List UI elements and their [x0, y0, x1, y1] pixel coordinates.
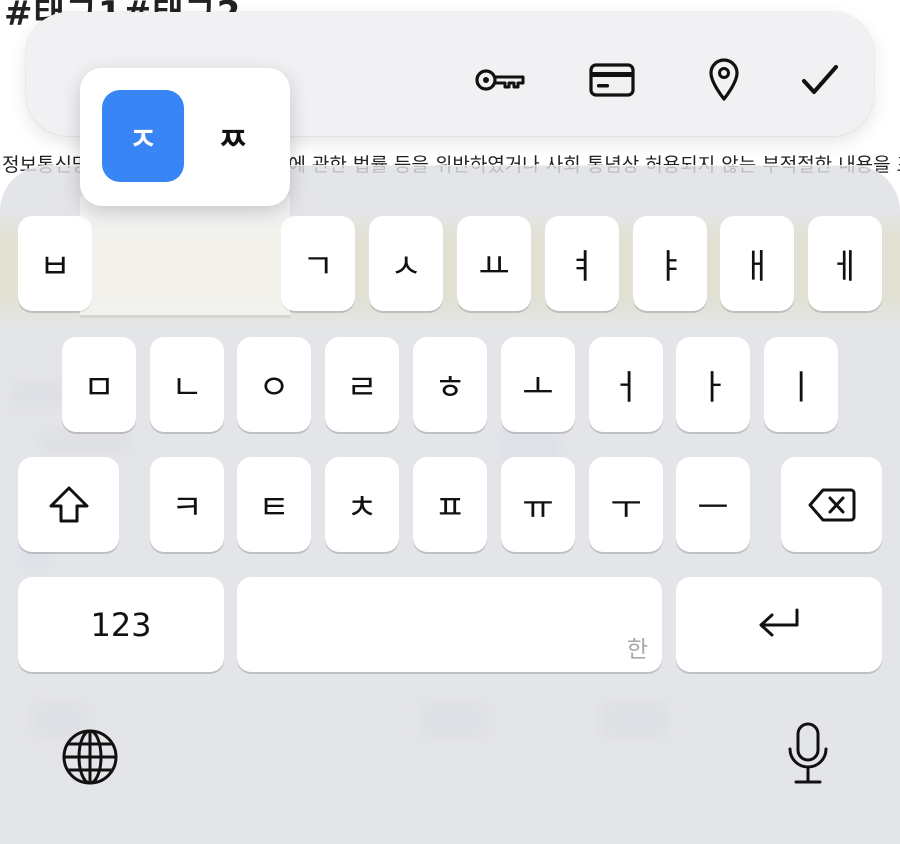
popup-option-jieut[interactable]: ㅈ	[102, 90, 184, 182]
key-variant-popup: ㅈ ㅉ	[80, 68, 290, 206]
credit-card-icon[interactable]	[582, 50, 642, 110]
microphone-icon[interactable]	[776, 722, 840, 786]
key-kieuk[interactable]: ㅋ	[150, 457, 224, 552]
key-mieum[interactable]: ㅁ	[62, 337, 136, 432]
space-language-hint: 한	[626, 637, 648, 663]
key-popup-stem	[80, 196, 290, 318]
done-checkmark-icon[interactable]	[790, 50, 850, 110]
shift-icon	[49, 486, 88, 522]
key-hieut[interactable]: ㅎ	[413, 337, 487, 432]
key-eu[interactable]: ㅡ	[676, 457, 750, 552]
delete-icon	[808, 488, 855, 521]
key-chieut[interactable]: ㅊ	[325, 457, 399, 552]
delete-key[interactable]	[781, 457, 882, 552]
shift-key[interactable]	[18, 457, 119, 552]
key-yo[interactable]: ㅛ	[457, 216, 531, 311]
numbers-key[interactable]: 123	[18, 577, 224, 672]
return-key[interactable]	[676, 577, 882, 672]
key-giyeok[interactable]: ㄱ	[281, 216, 355, 311]
key-pieup[interactable]: ㅍ	[413, 457, 487, 552]
key-rieul[interactable]: ㄹ	[325, 337, 399, 432]
password-key-icon[interactable]	[470, 50, 530, 110]
key-eo[interactable]: ㅓ	[589, 337, 663, 432]
return-icon	[759, 608, 799, 636]
location-pin-icon[interactable]	[694, 50, 754, 110]
space-key[interactable]: 한	[237, 577, 662, 672]
key-yu[interactable]: ㅠ	[501, 457, 575, 552]
key-a[interactable]: ㅏ	[676, 337, 750, 432]
key-ieung[interactable]: ㅇ	[237, 337, 311, 432]
popup-option-ssangjieut[interactable]: ㅉ	[192, 90, 274, 182]
key-o[interactable]: ㅗ	[501, 337, 575, 432]
key-u[interactable]: ㅜ	[589, 457, 663, 552]
key-e[interactable]: ㅔ	[808, 216, 882, 311]
key-ae[interactable]: ㅐ	[720, 216, 794, 311]
key-siot[interactable]: ㅅ	[369, 216, 443, 311]
key-ya[interactable]: ㅑ	[633, 216, 707, 311]
globe-icon[interactable]	[58, 725, 122, 789]
key-i[interactable]: ㅣ	[764, 337, 838, 432]
key-nieun[interactable]: ㄴ	[150, 337, 224, 432]
key-tieut[interactable]: ㅌ	[237, 457, 311, 552]
key-yeo[interactable]: ㅕ	[545, 216, 619, 311]
